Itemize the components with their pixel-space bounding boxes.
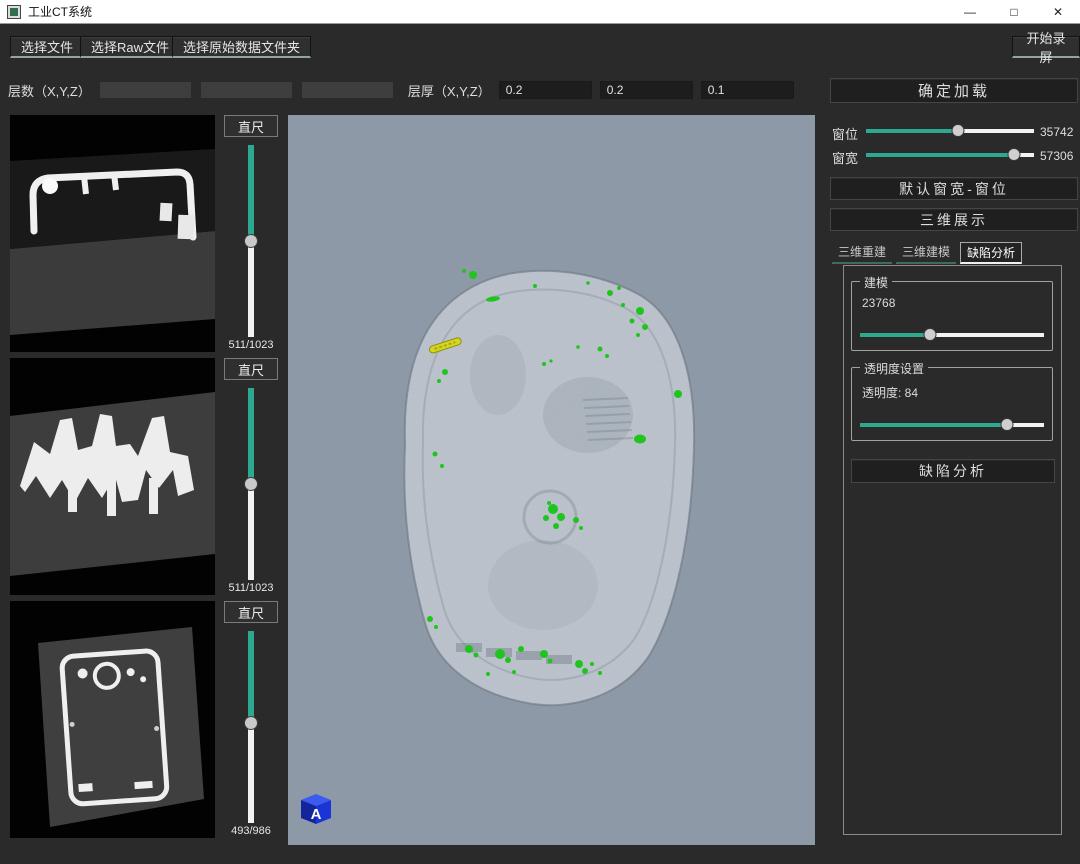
window-controls: — □ ✕ bbox=[948, 0, 1080, 24]
ruler-button-2[interactable]: 直尺 bbox=[224, 358, 278, 380]
modeling-slider[interactable] bbox=[860, 328, 1044, 342]
ruler-button-1[interactable]: 直尺 bbox=[224, 115, 278, 137]
modeling-fill[interactable] bbox=[860, 333, 930, 337]
select-file-button[interactable]: 选择文件 bbox=[10, 36, 84, 58]
transparency-group-title: 透明度设置 bbox=[860, 360, 928, 377]
thickness-label: 层厚（X,Y,Z） bbox=[408, 81, 491, 100]
tab-defect-analysis[interactable]: 缺陷分析 bbox=[960, 242, 1022, 264]
window-level-value: 35742 bbox=[1040, 125, 1073, 139]
tab-3d-reconstruction[interactable]: 三维重建 bbox=[832, 242, 892, 264]
ct-slice-image-1 bbox=[10, 115, 215, 352]
thickness-x-input[interactable] bbox=[499, 81, 592, 99]
scanned-object-3d bbox=[288, 115, 815, 845]
tab-3d-modeling[interactable]: 三维建模 bbox=[896, 242, 956, 264]
window-width-slider[interactable] bbox=[866, 148, 1034, 162]
confirm-load-button[interactable]: 确定加载 bbox=[830, 78, 1078, 103]
window-level-handle[interactable] bbox=[952, 124, 965, 137]
transparency-groupbox: 透明度设置 透明度: 84 bbox=[851, 367, 1053, 441]
window-title: 工业CT系统 bbox=[28, 3, 92, 20]
slice-1-slider[interactable] bbox=[244, 145, 258, 337]
layers-label: 层数（X,Y,Z） bbox=[8, 81, 91, 100]
viewer-logo-icon: A bbox=[298, 791, 334, 827]
window-width-value: 57306 bbox=[1040, 149, 1073, 163]
transparency-value: 透明度: 84 bbox=[862, 384, 918, 401]
slice-1-slider-fill[interactable] bbox=[248, 145, 254, 241]
window-level-fill[interactable] bbox=[866, 129, 958, 133]
slice-2-slider[interactable] bbox=[244, 388, 258, 580]
modeling-value: 23768 bbox=[862, 296, 895, 310]
window-width-handle[interactable] bbox=[1007, 148, 1020, 161]
slice-1-graphic bbox=[10, 115, 215, 352]
slice-3-slider-handle[interactable] bbox=[244, 716, 258, 730]
slice-3-graphic bbox=[10, 601, 215, 838]
window-width-fill[interactable] bbox=[866, 153, 1014, 157]
viewport-3d[interactable]: A bbox=[288, 115, 815, 845]
parameter-row: 层数（X,Y,Z） 层厚（X,Y,Z） bbox=[8, 80, 794, 100]
slice-2-slider-handle[interactable] bbox=[244, 477, 258, 491]
defect-analysis-button[interactable]: 缺陷分析 bbox=[851, 459, 1055, 483]
slice-2-slider-fill[interactable] bbox=[248, 388, 254, 484]
transparency-fill[interactable] bbox=[860, 423, 1007, 427]
select-data-folder-button[interactable]: 选择原始数据文件夹 bbox=[172, 36, 311, 58]
transparency-handle[interactable] bbox=[1001, 418, 1014, 431]
layers-x-input[interactable] bbox=[99, 81, 192, 99]
layers-z-input[interactable] bbox=[301, 81, 394, 99]
thickness-y-input[interactable] bbox=[600, 81, 693, 99]
slice-2-controls: 直尺 511/1023 bbox=[222, 358, 280, 602]
transparency-slider[interactable] bbox=[860, 418, 1044, 432]
select-raw-file-button[interactable]: 选择Raw文件 bbox=[80, 36, 180, 58]
ct-slice-image-3 bbox=[10, 601, 215, 838]
analysis-tabs: 三维重建 三维建模 缺陷分析 bbox=[832, 242, 1022, 264]
app-icon bbox=[7, 5, 21, 19]
logo-letter: A bbox=[311, 806, 322, 823]
modeling-group-title: 建模 bbox=[860, 274, 892, 291]
window-level-slider[interactable] bbox=[866, 124, 1034, 138]
slice-3-slider-track[interactable] bbox=[248, 723, 254, 823]
window-level-label: 窗位 bbox=[832, 124, 858, 143]
slice-2-slider-track[interactable] bbox=[248, 484, 254, 580]
modeling-groupbox: 建模 23768 bbox=[851, 281, 1053, 351]
layers-y-input[interactable] bbox=[200, 81, 293, 99]
ct-slice-image-2 bbox=[10, 358, 215, 595]
slice-2-position: 511/1023 bbox=[222, 582, 280, 594]
slice-1-position: 511/1023 bbox=[222, 339, 280, 351]
thickness-z-input[interactable] bbox=[701, 81, 794, 99]
show-3d-button[interactable]: 三维展示 bbox=[830, 208, 1078, 231]
modeling-handle[interactable] bbox=[923, 328, 936, 341]
start-recording-button[interactable]: 开始录屏 bbox=[1012, 36, 1080, 58]
slice-3-controls: 直尺 493/986 bbox=[222, 601, 280, 845]
slice-3-slider-fill[interactable] bbox=[248, 631, 254, 723]
slice-2-graphic bbox=[10, 358, 215, 595]
window-width-label: 窗宽 bbox=[832, 148, 858, 167]
minimize-button[interactable]: — bbox=[948, 0, 992, 24]
default-window-button[interactable]: 默认窗宽-窗位 bbox=[830, 177, 1078, 200]
slice-1-slider-track[interactable] bbox=[248, 241, 254, 337]
slice-1-controls: 直尺 511/1023 bbox=[222, 115, 280, 359]
ruler-button-3[interactable]: 直尺 bbox=[224, 601, 278, 623]
close-button[interactable]: ✕ bbox=[1036, 0, 1080, 24]
maximize-button[interactable]: □ bbox=[992, 0, 1036, 24]
slice-3-position: 493/986 bbox=[222, 825, 280, 837]
slice-1-slider-handle[interactable] bbox=[244, 234, 258, 248]
title-bar: 工业CT系统 — □ ✕ bbox=[0, 0, 1080, 24]
slice-3-slider[interactable] bbox=[244, 631, 258, 823]
